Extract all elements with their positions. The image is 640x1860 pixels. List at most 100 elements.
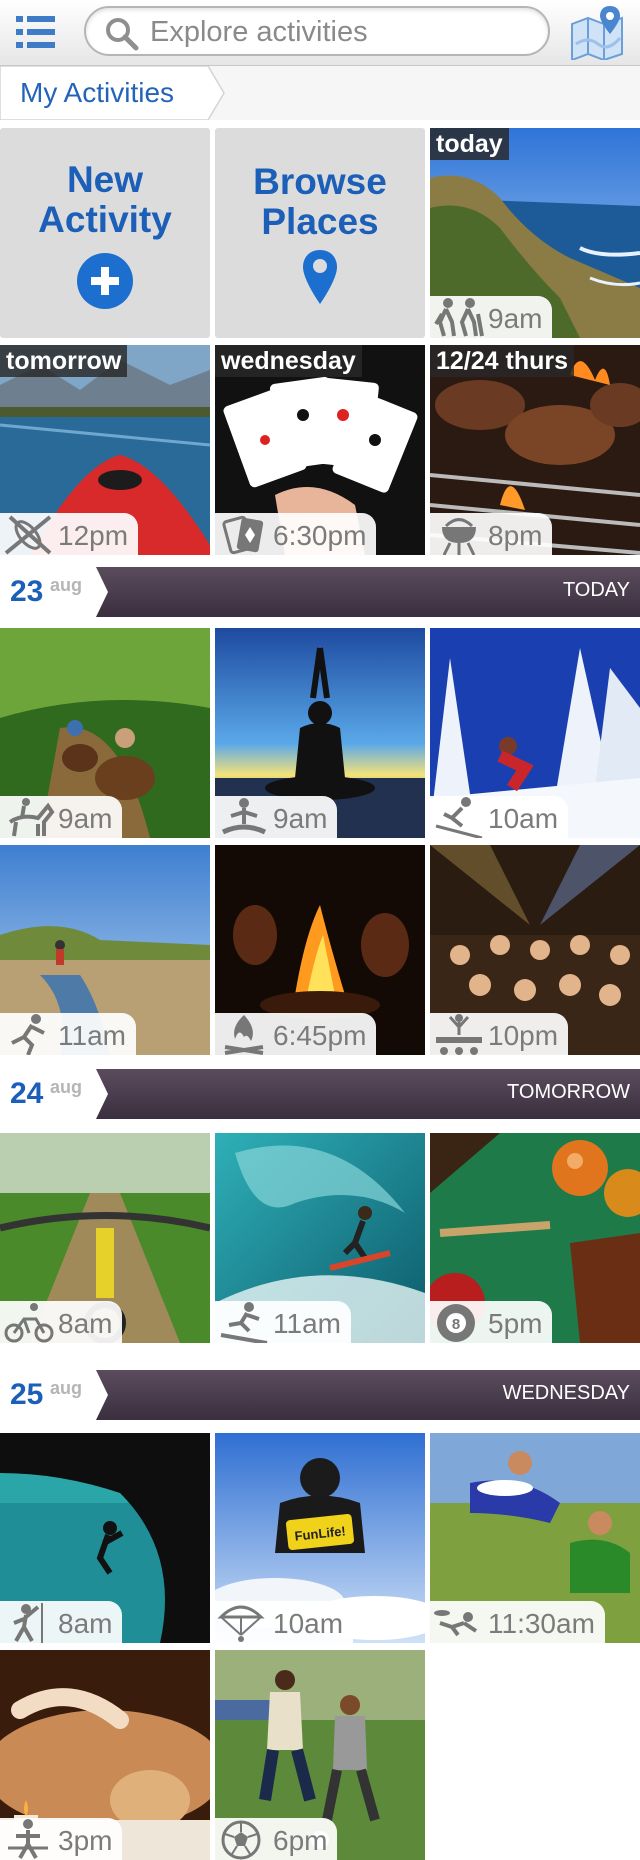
activity-tile[interactable]: 6pm <box>215 1650 425 1860</box>
search-icon <box>106 18 139 51</box>
time-label: 11:30am <box>488 1608 595 1639</box>
activity-tile[interactable]: 9am <box>215 628 425 838</box>
activity-tile[interactable]: 8 5pm <box>430 1133 640 1343</box>
new-activity-button[interactable]: New Activity <box>0 128 210 338</box>
time-label: 8am <box>58 1608 113 1639</box>
time-label: 11am <box>58 1020 126 1051</box>
time-chip: 6pm <box>215 1818 338 1860</box>
activity-tile[interactable]: 10am <box>430 628 640 838</box>
time-chip: 12pm <box>0 513 139 555</box>
climbing-icon <box>13 1603 43 1643</box>
concert-icon <box>436 1014 482 1055</box>
time-chip: 8pm <box>430 513 553 555</box>
time-label: 10am <box>273 1608 344 1639</box>
day-tag: 12/24 thurs <box>430 345 575 377</box>
yoga-icon <box>221 798 267 835</box>
campfire-icon <box>224 1015 264 1055</box>
parachute-icon <box>217 1605 265 1642</box>
frisbee-icon <box>434 1610 478 1637</box>
day-label: TODAY <box>562 579 630 601</box>
hiking-icon <box>434 298 484 337</box>
horse-riding-icon <box>8 798 55 837</box>
search-bar <box>84 6 550 56</box>
activity-tile[interactable]: 11am <box>0 845 210 1055</box>
activity-tile[interactable]: 8am <box>0 1133 210 1343</box>
activity-tile-wednesday[interactable]: wednesday 6:30pm <box>215 345 425 555</box>
cycling-icon <box>4 1303 54 1343</box>
time-label: 3pm <box>58 1825 113 1856</box>
day-month: aug <box>50 575 83 595</box>
time-label: 8am <box>58 1308 113 1339</box>
breadcrumb-my-activities[interactable]: My Activities <box>20 77 174 109</box>
time-chip: 11am <box>0 1013 136 1055</box>
time-chip: 8am <box>0 1301 123 1343</box>
time-chip: 9am <box>430 296 553 338</box>
day-number: 25 <box>10 1378 44 1411</box>
time-label: 10am <box>488 803 559 834</box>
time-chip: 8am <box>0 1601 123 1643</box>
day-label: TOMORROW <box>507 1081 630 1103</box>
time-chip: 10am <box>430 796 569 838</box>
activity-tile[interactable]: 11:30am <box>430 1433 640 1643</box>
breadcrumb-bar: My Activities <box>0 66 640 120</box>
time-chip: 9am <box>215 796 338 838</box>
list-menu-icon[interactable] <box>14 12 58 52</box>
top-bar <box>0 0 640 66</box>
location-pin-icon <box>303 250 337 304</box>
map-pin-icon[interactable] <box>568 4 630 62</box>
day-header-25: 25 aug WEDNESDAY <box>0 1370 640 1420</box>
time-label: 8pm <box>488 520 543 551</box>
day-number: 24 <box>10 1077 44 1110</box>
time-label: 5pm <box>488 1308 543 1339</box>
time-chip: 8 5pm <box>430 1301 553 1343</box>
day-header-24: 24 aug TOMORROW <box>0 1069 640 1119</box>
day-tag: tomorrow <box>0 345 128 377</box>
activity-tile[interactable]: 11am <box>215 1133 425 1343</box>
activity-tile[interactable]: 6:45pm <box>215 845 425 1055</box>
browse-places-line1: Browse <box>253 161 387 202</box>
new-activity-line2: Activity <box>38 199 172 240</box>
activity-tile-thursday[interactable]: 12/24 thurs 8pm <box>430 345 640 555</box>
browse-places-button[interactable]: Browse Places <box>215 128 425 338</box>
time-chip: 10pm <box>430 1013 569 1055</box>
time-chip: 6:45pm <box>215 1013 377 1055</box>
day-month: aug <box>50 1378 83 1398</box>
time-chip: 9am <box>0 796 123 838</box>
new-activity-line1: New <box>66 159 144 200</box>
activity-tile[interactable]: 10pm <box>430 845 640 1055</box>
day-tag: today <box>430 128 509 160</box>
day-tag: wednesday <box>215 345 362 377</box>
day-header-band <box>96 567 640 617</box>
time-chip: 10am <box>215 1601 354 1643</box>
time-chip: 6:30pm <box>215 513 377 555</box>
day-number: 23 <box>10 575 44 608</box>
time-label: 9am <box>488 303 543 334</box>
browse-places-line2: Places <box>261 201 379 242</box>
search-input[interactable] <box>150 14 530 50</box>
activity-tile[interactable]: 3pm <box>0 1650 210 1860</box>
billiards-icon: 8 <box>437 1304 475 1342</box>
time-label: 11am <box>273 1308 341 1339</box>
activity-tile[interactable]: FunLife! 10am <box>215 1433 425 1643</box>
time-label: 10pm <box>488 1020 559 1051</box>
grill-icon <box>442 518 476 555</box>
soccer-ball-icon <box>221 1820 261 1860</box>
activity-tile-today[interactable]: today 9am <box>430 128 640 338</box>
activity-tile[interactable]: 9am <box>0 628 210 838</box>
time-label: 6:30pm <box>273 520 367 551</box>
time-label: 9am <box>273 803 328 834</box>
time-chip: 11:30am <box>430 1601 605 1643</box>
skiing-icon <box>435 797 483 838</box>
time-chip: 11am <box>215 1301 351 1343</box>
surfing-icon <box>220 1302 268 1343</box>
kayak-icon <box>4 515 52 555</box>
massage-icon <box>8 1819 48 1859</box>
cards-icon <box>222 515 264 555</box>
time-label: 6:45pm <box>273 1020 367 1051</box>
activity-tile[interactable]: 8am <box>0 1433 210 1643</box>
day-label: WEDNESDAY <box>502 1382 630 1404</box>
time-label: 9am <box>58 803 113 834</box>
activity-tile-tomorrow[interactable]: tomorrow 12pm <box>0 345 210 555</box>
svg-text:8: 8 <box>452 1316 460 1333</box>
day-header-23: 23 aug TODAY <box>0 567 640 617</box>
